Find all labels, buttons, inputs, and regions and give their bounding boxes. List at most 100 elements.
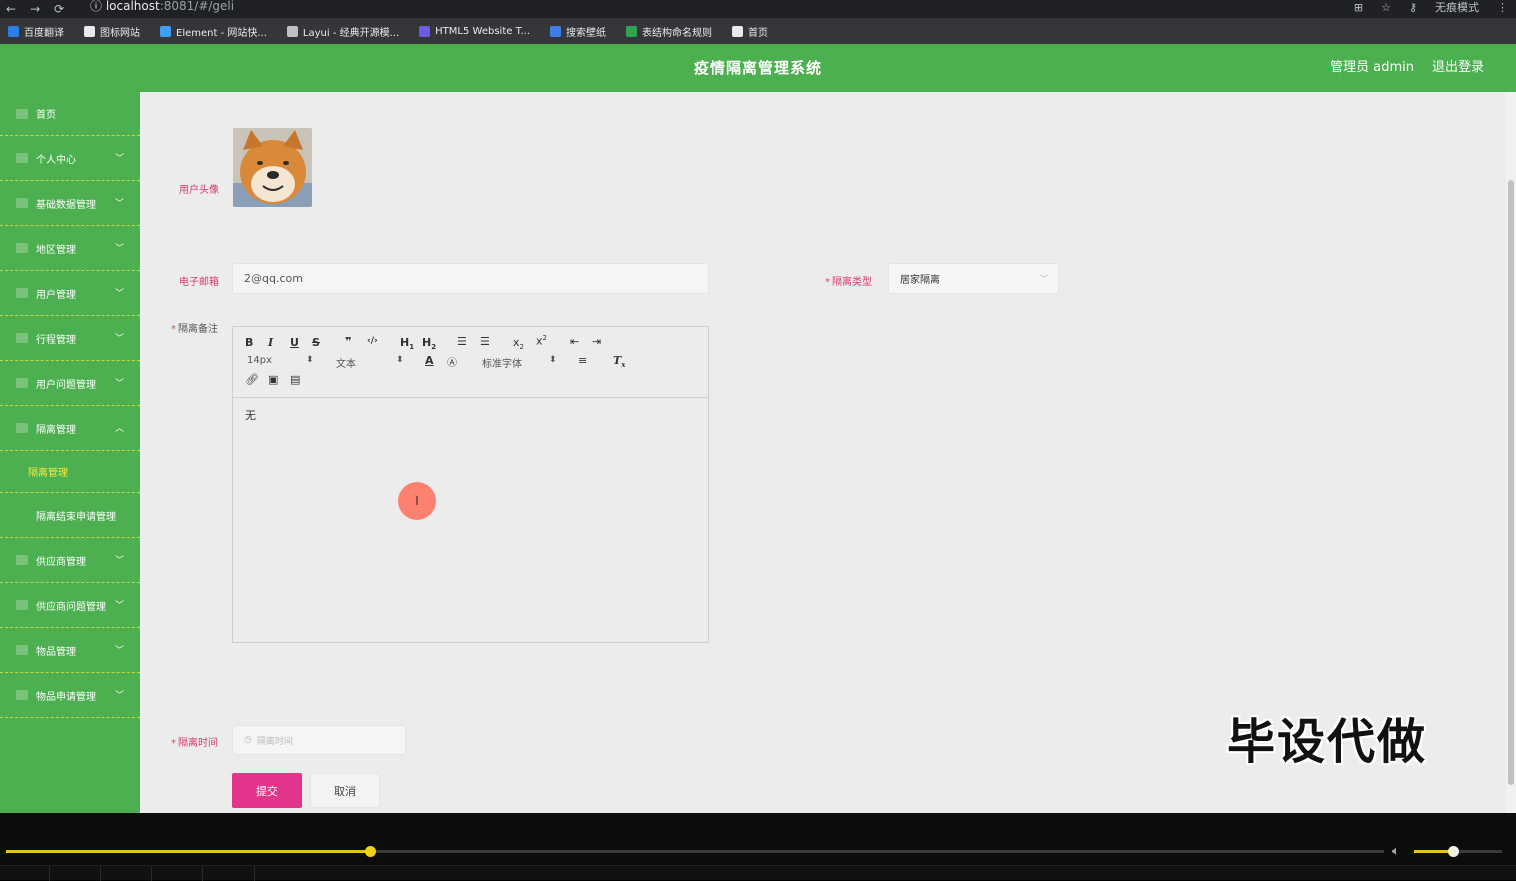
font-size-select[interactable]: 14px xyxy=(247,355,272,366)
bookmark-item[interactable]: Element - 网站快... xyxy=(160,24,267,39)
outdent-icon[interactable]: ⇤ xyxy=(570,335,579,348)
superscript-icon[interactable]: x2 xyxy=(536,334,547,348)
bookmark-label: 首页 xyxy=(748,27,769,39)
app-header: 疫情隔离管理系统 管理员 admin 退出登录 xyxy=(0,44,1516,92)
bookmark-icon xyxy=(419,25,431,37)
ordered-list-icon[interactable]: ☰ xyxy=(457,335,467,348)
menu-icon xyxy=(16,690,28,700)
sidebar-item-label: 用户问题管理 xyxy=(36,379,96,391)
remark-label: * 隔离备注 xyxy=(171,324,218,335)
bookmark-item[interactable]: 首页 xyxy=(732,24,768,39)
bookmark-item[interactable]: 图标网站 xyxy=(84,24,140,39)
bookmark-item[interactable]: Layui - 经典开源模... xyxy=(286,24,399,39)
bookmark-label: HTML5 Website T... xyxy=(435,25,531,37)
volume-slider[interactable] xyxy=(1414,846,1502,857)
sidebar-item-suppliers[interactable]: 供应商管理 ﹀ xyxy=(0,538,140,583)
h1-icon[interactable]: H1 xyxy=(400,336,414,351)
bookmark-label: 表结构命名规则 xyxy=(642,27,713,39)
logout-link[interactable]: 退出登录 xyxy=(1432,44,1484,92)
font-color-icon[interactable]: A xyxy=(425,354,434,367)
header-value: 文本 xyxy=(336,359,356,370)
menu-icon[interactable]: ⋮ xyxy=(1497,1,1508,14)
header-arrow-icon: ⬍ xyxy=(396,355,404,365)
page-title: 疫情隔离管理系统 xyxy=(693,59,822,77)
sidebar-item-personal[interactable]: 个人中心 ﹀ xyxy=(0,136,140,181)
browser-actions: ⊞ ☆ ⚷ 无痕模式 ⋮ xyxy=(1354,0,1508,15)
subscript-icon[interactable]: x2 xyxy=(513,336,524,351)
clock-icon: ◷ xyxy=(244,735,252,745)
bookmark-item[interactable]: 百度翻译 xyxy=(8,24,64,39)
scrollbar-thumb[interactable] xyxy=(1508,180,1514,785)
back-icon[interactable]: ← xyxy=(6,2,16,16)
incognito-label[interactable]: 无痕模式 xyxy=(1435,0,1479,15)
header-select[interactable]: 文本 xyxy=(336,355,356,370)
volume-handle[interactable] xyxy=(1447,846,1459,857)
link-icon[interactable]: 🔗︎ xyxy=(245,373,259,386)
blockquote-icon[interactable]: ❞ xyxy=(345,335,351,348)
indent-icon[interactable]: ⇥ xyxy=(592,335,601,348)
bookmark-item[interactable]: 搜索壁纸 xyxy=(550,24,606,39)
bullet-list-icon[interactable]: ☰ xyxy=(480,335,490,348)
remark-content[interactable]: 无 xyxy=(245,407,256,423)
h2-icon[interactable]: H2 xyxy=(422,336,436,351)
key-icon[interactable]: ⚷ xyxy=(1409,1,1417,14)
sidebar-item-trips[interactable]: 行程管理 ﹀ xyxy=(0,316,140,361)
menu-icon xyxy=(16,600,28,610)
sidebar-item-label: 供应商问题管理 xyxy=(36,601,106,613)
translate-icon[interactable]: ⊞ xyxy=(1354,1,1363,14)
time-label: * 隔离时间 xyxy=(171,738,218,749)
avatar[interactable] xyxy=(233,128,312,207)
isolation-type-select[interactable]: 居家隔离 ﹀ xyxy=(888,263,1059,294)
menu-icon xyxy=(16,555,28,565)
bold-icon[interactable]: B xyxy=(245,336,253,349)
clear-format-icon[interactable]: Tx xyxy=(613,354,625,369)
strike-icon[interactable]: S xyxy=(312,336,320,349)
code-icon[interactable]: ‹/› xyxy=(367,336,378,346)
align-icon[interactable]: ≡ xyxy=(578,354,587,367)
italic-icon[interactable]: I xyxy=(268,336,273,349)
reload-icon[interactable]: ⟳ xyxy=(54,2,64,16)
remark-label-text: 隔离备注 xyxy=(178,324,218,335)
video-progress-bar[interactable] xyxy=(6,846,1384,857)
sidebar-item-label: 隔离管理 xyxy=(36,424,76,436)
underline-icon[interactable]: U xyxy=(290,336,299,349)
sidebar-subitem-isolation-end[interactable]: 隔离结束申请管理 xyxy=(0,493,140,538)
chevron-down-icon: ﹀ xyxy=(1040,274,1048,283)
bookmark-item[interactable]: 表结构命名规则 xyxy=(626,24,712,39)
image-icon[interactable]: ▣ xyxy=(268,373,278,386)
sidebar-item-isolation[interactable]: 隔离管理 ︿ xyxy=(0,406,140,451)
bottom-strip xyxy=(0,865,1516,881)
cancel-button[interactable]: 取消 xyxy=(310,773,380,808)
volume-icon[interactable]: 🔈︎ xyxy=(1392,844,1400,859)
sidebar-item-goods[interactable]: 物品管理 ﹀ xyxy=(0,628,140,673)
sidebar-item-label: 物品管理 xyxy=(36,646,76,658)
vertical-scrollbar[interactable] xyxy=(1506,92,1516,813)
submit-button[interactable]: 提交 xyxy=(232,773,302,808)
strip-segment xyxy=(101,866,152,881)
sidebar-item-user-issues[interactable]: 用户问题管理 ﹀ xyxy=(0,361,140,406)
sidebar-item-supplier-issues[interactable]: 供应商问题管理 ﹀ xyxy=(0,583,140,628)
bookmark-item[interactable]: HTML5 Website T... xyxy=(419,25,531,37)
chevron-down-icon: ﹀ xyxy=(114,645,124,656)
forward-icon[interactable]: → xyxy=(30,2,40,16)
volume-level xyxy=(1414,850,1453,853)
video-progress-handle[interactable] xyxy=(364,846,376,857)
sidebar-item-goods-requests[interactable]: 物品申请管理 ﹀ xyxy=(0,673,140,718)
sidebar-item-label: 个人中心 xyxy=(36,154,76,166)
video-icon[interactable]: ▤ xyxy=(290,373,300,386)
background-color-icon[interactable]: Ⓐ xyxy=(447,354,457,369)
bookmark-icon xyxy=(84,25,95,37)
sidebar-item-basic-data[interactable]: 基础数据管理 ﹀ xyxy=(0,181,140,226)
sidebar-item-users[interactable]: 用户管理 ﹀ xyxy=(0,271,140,316)
star-icon[interactable]: ☆ xyxy=(1381,1,1391,14)
sidebar-subitem-isolation[interactable]: 隔离管理 xyxy=(0,451,140,493)
current-user: 管理员 admin xyxy=(1330,60,1414,75)
sidebar-item-region[interactable]: 地区管理 ﹀ xyxy=(0,226,140,271)
font-size-arrow-icon: ⬍ xyxy=(306,355,314,365)
sidebar-item-home[interactable]: 首页 xyxy=(0,92,140,136)
time-input[interactable]: ◷ 隔离时间 xyxy=(232,725,406,755)
email-field[interactable]: 2@qq.com xyxy=(232,263,709,294)
address-bar[interactable]: ⓘ localhost:8081/#/geli xyxy=(90,0,234,12)
form-panel: 用户头像 电子邮箱 2@qq.com * 隔离类型 居家隔离 ﹀ * 隔离备注 … xyxy=(140,92,1506,813)
font-family-select[interactable]: 标准字体 xyxy=(482,355,522,370)
